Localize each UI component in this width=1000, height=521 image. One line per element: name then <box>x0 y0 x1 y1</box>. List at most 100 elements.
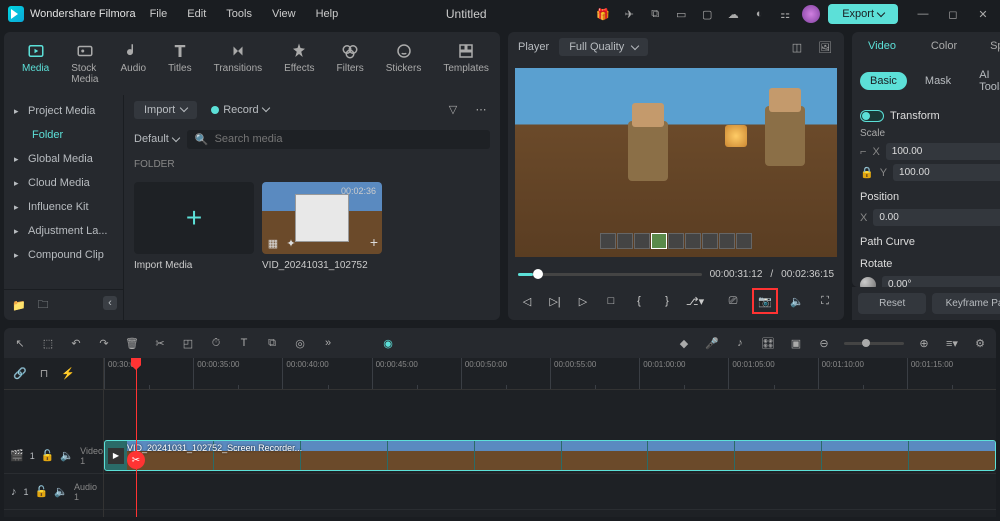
tl-zoom-slider[interactable] <box>844 342 904 345</box>
tl-settings[interactable]: ⚙ <box>972 335 988 351</box>
search-media-input[interactable]: 🔍 <box>187 130 490 149</box>
import-media-card[interactable]: + Import Media <box>134 182 254 271</box>
tl-render-button[interactable]: ▣ <box>788 335 804 351</box>
sidebar-global-media[interactable]: ▸Global Media <box>4 147 123 171</box>
tl-mixer-button[interactable]: 🎛 <box>760 335 776 351</box>
tab-stickers[interactable]: Stickers <box>376 36 432 91</box>
fullscreen-button[interactable]: ⛶ <box>816 292 834 310</box>
close-button[interactable]: ✕ <box>974 5 992 23</box>
link-icon[interactable]: ⌐ <box>860 146 866 158</box>
play-reverse-button[interactable]: ▷| <box>546 292 564 310</box>
tab-audio[interactable]: Audio <box>110 36 156 91</box>
lock-icon[interactable]: 🔓 <box>41 449 55 463</box>
tab-templates[interactable]: Templates <box>433 36 499 91</box>
lock-icon[interactable]: 🔓 <box>35 485 49 499</box>
volume-button[interactable]: 🔈 <box>788 292 806 310</box>
tab-media[interactable]: Media <box>12 36 59 91</box>
mute-icon[interactable]: 🔈 <box>60 449 74 463</box>
menu-help[interactable]: Help <box>316 8 339 20</box>
snapshot-button[interactable]: 📷 <box>756 292 774 310</box>
video-clip[interactable]: ▶ VID_20241031_102752_Screen Recorder... <box>104 440 996 471</box>
add-to-timeline-icon[interactable]: + <box>370 234 378 250</box>
preview-viewport[interactable] <box>508 62 844 263</box>
rp-tab-speed[interactable]: Speed <box>976 32 1000 60</box>
compare-icon[interactable]: ◫ <box>788 38 806 56</box>
grid-view-icon[interactable]: ▦ <box>266 236 280 250</box>
tl-select-tool[interactable]: ⬚ <box>40 335 56 351</box>
display-mode-button[interactable]: ⎚ <box>724 292 742 310</box>
seek-bar[interactable] <box>518 273 702 276</box>
more-icon[interactable]: ⋯ <box>472 101 490 119</box>
video-track-lane[interactable]: ▶ VID_20241031_102752_Screen Recorder... <box>104 438 996 474</box>
tl-magnet[interactable]: ⊓ <box>36 366 52 382</box>
tl-delete-button[interactable]: 🗑 <box>124 335 140 351</box>
lock-icon[interactable]: 🔒 <box>860 166 874 179</box>
sidebar-compound-clip[interactable]: ▸Compound Clip <box>4 243 123 267</box>
collapse-sidebar-button[interactable]: ‹ <box>103 296 117 310</box>
rp-sub-ai-tools[interactable]: AI Tools <box>969 66 1000 96</box>
tl-pointer-tool[interactable]: ↖ <box>12 335 28 351</box>
new-bin-icon[interactable]: 🗀 <box>34 296 52 314</box>
scale-y-input[interactable] <box>893 164 1000 181</box>
tl-color-tool[interactable]: ◎ <box>292 335 308 351</box>
rotate-knob[interactable] <box>860 277 876 288</box>
prev-frame-button[interactable]: ◁ <box>518 292 536 310</box>
tl-cut-tool[interactable]: ✂ <box>152 335 168 351</box>
sort-default[interactable]: Default <box>134 133 179 145</box>
menu-edit[interactable]: Edit <box>187 8 206 20</box>
timeline-empty-lane[interactable] <box>104 390 996 438</box>
tl-crop-tool[interactable]: ◰ <box>180 335 196 351</box>
menu-tools[interactable]: Tools <box>226 8 252 20</box>
headset-icon[interactable]: ◐ <box>750 5 768 23</box>
mark-in-button[interactable]: { <box>630 292 648 310</box>
menu-view[interactable]: View <box>272 8 296 20</box>
picture-icon[interactable]: 🖼 <box>816 38 834 56</box>
tl-view-mode[interactable]: ≡▾ <box>944 335 960 351</box>
tl-speed-tool[interactable]: ⏱ <box>208 335 224 351</box>
devices-icon[interactable]: ⧉ <box>646 5 664 23</box>
sidebar-folder[interactable]: Folder <box>4 123 123 147</box>
reset-button[interactable]: Reset <box>858 293 926 314</box>
tl-more-tools[interactable]: » <box>320 335 336 351</box>
rotate-input[interactable] <box>882 276 1000 287</box>
cloud-icon[interactable]: ☁ <box>724 5 742 23</box>
tl-audio-button[interactable]: ♪ <box>732 335 748 351</box>
media-clip-card[interactable]: 00:02:36 ▦ ✦ + VID_20241031_102752 <box>262 182 382 271</box>
quality-select[interactable]: Full Quality <box>559 38 648 56</box>
stop-button[interactable]: □ <box>602 292 620 310</box>
rp-tab-video[interactable]: Video <box>852 32 912 60</box>
rp-sub-basic[interactable]: Basic <box>860 72 907 90</box>
grid-icon[interactable]: ⚏ <box>776 5 794 23</box>
sidebar-cloud-media[interactable]: ▸Cloud Media <box>4 171 123 195</box>
transform-toggle[interactable] <box>860 110 884 122</box>
keyframe-panel-button[interactable]: Keyframe Panel <box>932 293 1000 314</box>
sidebar-adjustment-layer[interactable]: ▸Adjustment La... <box>4 219 123 243</box>
tl-redo-button[interactable]: ↷ <box>96 335 112 351</box>
playhead-scissors-icon[interactable]: ✂ <box>127 451 145 469</box>
monitor-icon[interactable]: ▭ <box>672 5 690 23</box>
menu-file[interactable]: File <box>150 8 168 20</box>
filter-icon[interactable]: ▽ <box>444 101 462 119</box>
search-field[interactable] <box>215 133 482 145</box>
rp-sub-mask[interactable]: Mask <box>915 72 961 90</box>
tl-mic-button[interactable]: 🎤 <box>704 335 720 351</box>
tab-stock-media[interactable]: Stock Media <box>61 36 108 91</box>
tl-auto-ripple[interactable]: ⚡ <box>60 366 76 382</box>
audio-track-lane[interactable] <box>104 474 996 510</box>
play-button[interactable]: ▷ <box>574 292 592 310</box>
new-folder-icon[interactable]: 📁 <box>10 296 28 314</box>
avatar-icon[interactable] <box>802 5 820 23</box>
export-button[interactable]: Export <box>828 4 898 24</box>
video-track-header[interactable]: 🎬 1 🔓 🔈 Video 1 <box>4 438 103 474</box>
tab-filters[interactable]: Filters <box>327 36 374 91</box>
tl-copy-tool[interactable]: ⧉ <box>264 335 280 351</box>
tl-marker-button[interactable]: ◆ <box>676 335 692 351</box>
tl-zoom-out[interactable]: ⊖ <box>816 335 832 351</box>
sidebar-project-media[interactable]: ▸Project Media <box>4 99 123 123</box>
import-button[interactable]: Import <box>134 101 197 119</box>
mute-icon[interactable]: 🔈 <box>54 485 68 499</box>
audio-track-header[interactable]: ♪ 1 🔓 🔈 Audio 1 <box>4 474 103 510</box>
tab-titles[interactable]: Titles <box>158 36 202 91</box>
marker-menu[interactable]: ⎇▾ <box>686 292 704 310</box>
mark-out-button[interactable]: } <box>658 292 676 310</box>
